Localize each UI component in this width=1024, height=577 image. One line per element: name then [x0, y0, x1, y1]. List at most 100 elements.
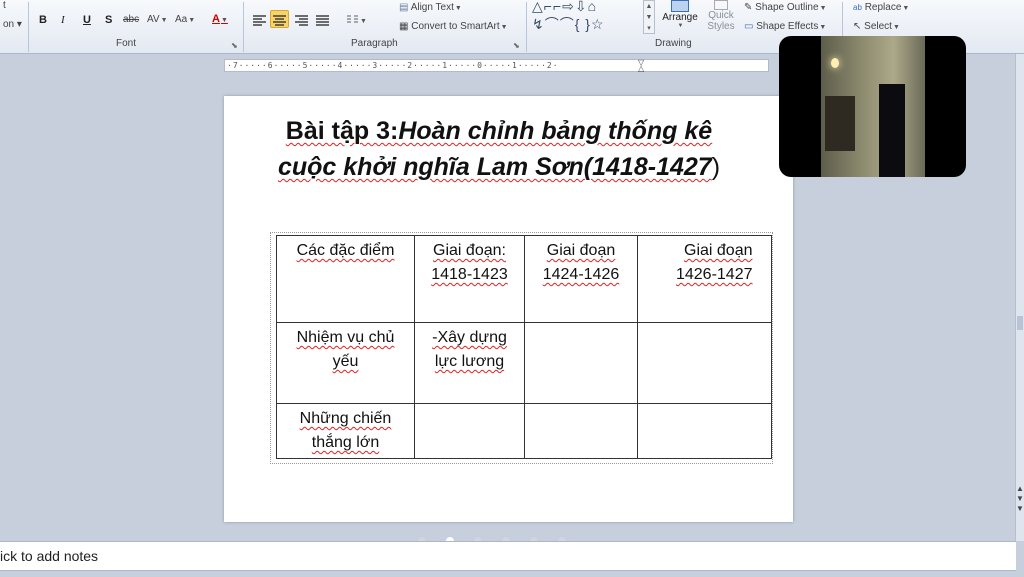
slide-title-line-2: cuộc khởi nghĩa Lam Sơn(1418-1427): [234, 149, 764, 185]
justify-icon: [316, 15, 329, 26]
scroll-grip-icon[interactable]: [1017, 316, 1023, 330]
ribbon-fragment-top[interactable]: t: [0, 0, 9, 14]
cell-text: Nhiệm vụ chủ yếu: [296, 329, 395, 370]
change-case-button[interactable]: Aa▼: [172, 10, 198, 28]
font-color-label: A: [212, 13, 220, 25]
align-text-label: Align Text: [410, 2, 454, 13]
shapes-row-1: △⌐⌐⇨⇩⌂: [532, 0, 598, 14]
quick-styles-button[interactable]: Quick Styles: [703, 0, 739, 38]
shadow-button[interactable]: S: [102, 10, 115, 28]
shape-outline-button[interactable]: ✎ Shape Outline▼: [741, 0, 830, 16]
chevron-down-icon: ▼: [819, 5, 827, 12]
char-spacing-label: AV: [147, 14, 160, 25]
cell-text: -Xây dựng lực lương: [432, 329, 507, 370]
align-left-icon: [253, 15, 266, 26]
font-group-label: Font: [116, 38, 137, 49]
shapes-row-2: ↯⌒⌒{ }☆: [532, 16, 605, 32]
table-cell[interactable]: Giai đoạn 1424-1426: [524, 235, 638, 323]
align-center-button[interactable]: [270, 10, 289, 28]
table-row: Nhiệm vụ chủ yếu -Xây dựng lực lương: [276, 322, 772, 404]
slide-title-plain: Bài tập 3:: [285, 117, 399, 145]
table-cell[interactable]: [524, 403, 638, 459]
shape-effects-button[interactable]: ▭ Shape Effects▼: [741, 17, 829, 35]
slide-canvas[interactable]: Bài tập 3:Hoàn chỉnh bảng thống kê cuộc …: [224, 96, 793, 522]
justify-button[interactable]: [313, 10, 332, 28]
chevron-down-icon: ▼: [892, 24, 900, 31]
table-cell[interactable]: -Xây dựng lực lương: [414, 322, 525, 404]
cell-text: Giai đoạn 1424-1426: [542, 242, 620, 283]
cell-text: Những chiến thắng lớn: [299, 410, 392, 451]
align-right-icon: [295, 15, 308, 26]
chevron-down-icon: ▼: [188, 17, 196, 24]
cell-text: Các đặc điểm: [296, 242, 395, 259]
dialog-launcher-icon[interactable]: ⬊: [513, 41, 520, 50]
quick-styles-label-2: Styles: [707, 21, 735, 32]
indent-marker[interactable]: ▽ △: [638, 59, 644, 73]
slide-title-italic-2: cuộc khởi nghĩa Lam Sơn(1418-1427: [277, 153, 712, 181]
scroll-arrows-icon[interactable]: ▲ ▼ ▼: [1016, 484, 1024, 514]
convert-smartart-button[interactable]: ▦ Convert to SmartArt▼: [396, 17, 511, 35]
table-cell[interactable]: Nhiệm vụ chủ yếu: [276, 322, 415, 404]
replace-label: Replace: [864, 2, 902, 13]
notes-placeholder: ick to add notes: [0, 548, 99, 564]
table-row: Những chiến thắng lớn: [276, 403, 772, 459]
slide-title[interactable]: Bài tập 3:Hoàn chỉnh bảng thống kê cuộc …: [234, 113, 764, 185]
align-left-button[interactable]: [250, 10, 269, 28]
table-cell[interactable]: Các đặc điểm: [276, 235, 415, 323]
table-cell[interactable]: [414, 403, 525, 459]
arrange-icon: [671, 0, 689, 12]
select-button[interactable]: ↖ Select▼: [850, 17, 903, 35]
chevron-down-icon: ▼: [500, 24, 508, 31]
drawing-group-label: Drawing: [655, 38, 692, 49]
align-right-button[interactable]: [292, 10, 311, 28]
vertical-scrollbar[interactable]: ▲ ▼ ▼: [1015, 54, 1024, 541]
align-center-icon: [273, 15, 286, 26]
group-separator: [28, 2, 29, 52]
chevron-down-icon: ▼: [819, 24, 827, 31]
dialog-launcher-icon[interactable]: ⬊: [231, 41, 238, 50]
align-text-button[interactable]: ▤ Align Text▼: [396, 0, 465, 16]
arrange-label: Arrange: [662, 12, 698, 23]
group-separator: [526, 2, 527, 52]
slide-title-close: ): [711, 153, 721, 181]
webcam-doorway: [879, 84, 905, 177]
horizontal-ruler[interactable]: ·7·····6·····5·····4·····3·····2·····1··…: [224, 59, 769, 73]
italic-button[interactable]: I: [58, 10, 68, 28]
shape-effects-icon: ▭: [744, 21, 754, 32]
ribbon-fragment-layout[interactable]: on ▾: [0, 15, 25, 33]
bold-button[interactable]: B: [36, 10, 50, 28]
smartart-icon: ▦: [399, 21, 409, 32]
arrange-button[interactable]: Arrange ▼: [658, 0, 702, 38]
font-color-button[interactable]: A▼: [209, 9, 231, 27]
table-cell[interactable]: Giai đoạn 1426-1427: [637, 235, 772, 323]
shape-outline-label: Shape Outline: [755, 2, 819, 13]
table-cell[interactable]: [524, 322, 638, 404]
cell-text: Giai đoạn: 1418-1423: [431, 242, 508, 283]
strikethrough-button[interactable]: abc: [120, 10, 142, 28]
char-spacing-button[interactable]: AV▼: [144, 10, 171, 28]
table-cell[interactable]: [637, 403, 772, 459]
slide-title-italic-1: Hoàn chỉnh bảng thống kê: [398, 117, 713, 145]
chevron-down-icon: ▼: [220, 17, 228, 24]
cursor-icon: ↖: [853, 21, 862, 32]
replace-icon: ab: [853, 3, 862, 12]
table-cell[interactable]: Những chiến thắng lớn: [276, 403, 415, 459]
shapes-gallery-scroll[interactable]: ▲ ▼ ▾: [643, 0, 655, 34]
chevron-down-icon: ▼: [160, 17, 168, 24]
notes-pane[interactable]: ick to add notes: [0, 541, 1016, 571]
webcam-overlay: [779, 36, 966, 177]
underline-button[interactable]: U: [80, 10, 94, 28]
columns-icon: [347, 15, 358, 23]
table-cell[interactable]: Giai đoạn: 1418-1423: [414, 235, 525, 323]
slide-title-line-1: Bài tập 3:Hoàn chỉnh bảng thống kê: [234, 113, 764, 149]
stats-table[interactable]: Các đặc điểm Giai đoạn: 1418-1423 Giai đ…: [276, 235, 772, 459]
webcam-lamp: [831, 58, 839, 68]
paragraph-group-label: Paragraph: [351, 38, 398, 49]
columns-button[interactable]: ▼: [343, 10, 370, 28]
shapes-gallery[interactable]: △⌐⌐⇨⇩⌂ ↯⌒⌒{ }☆: [532, 0, 642, 37]
chevron-down-icon: ▼: [902, 5, 910, 12]
quick-styles-icon: [714, 0, 728, 10]
table-cell[interactable]: [637, 322, 772, 404]
replace-button[interactable]: ab Replace▼: [850, 0, 912, 16]
shape-effects-label: Shape Effects: [756, 21, 819, 32]
